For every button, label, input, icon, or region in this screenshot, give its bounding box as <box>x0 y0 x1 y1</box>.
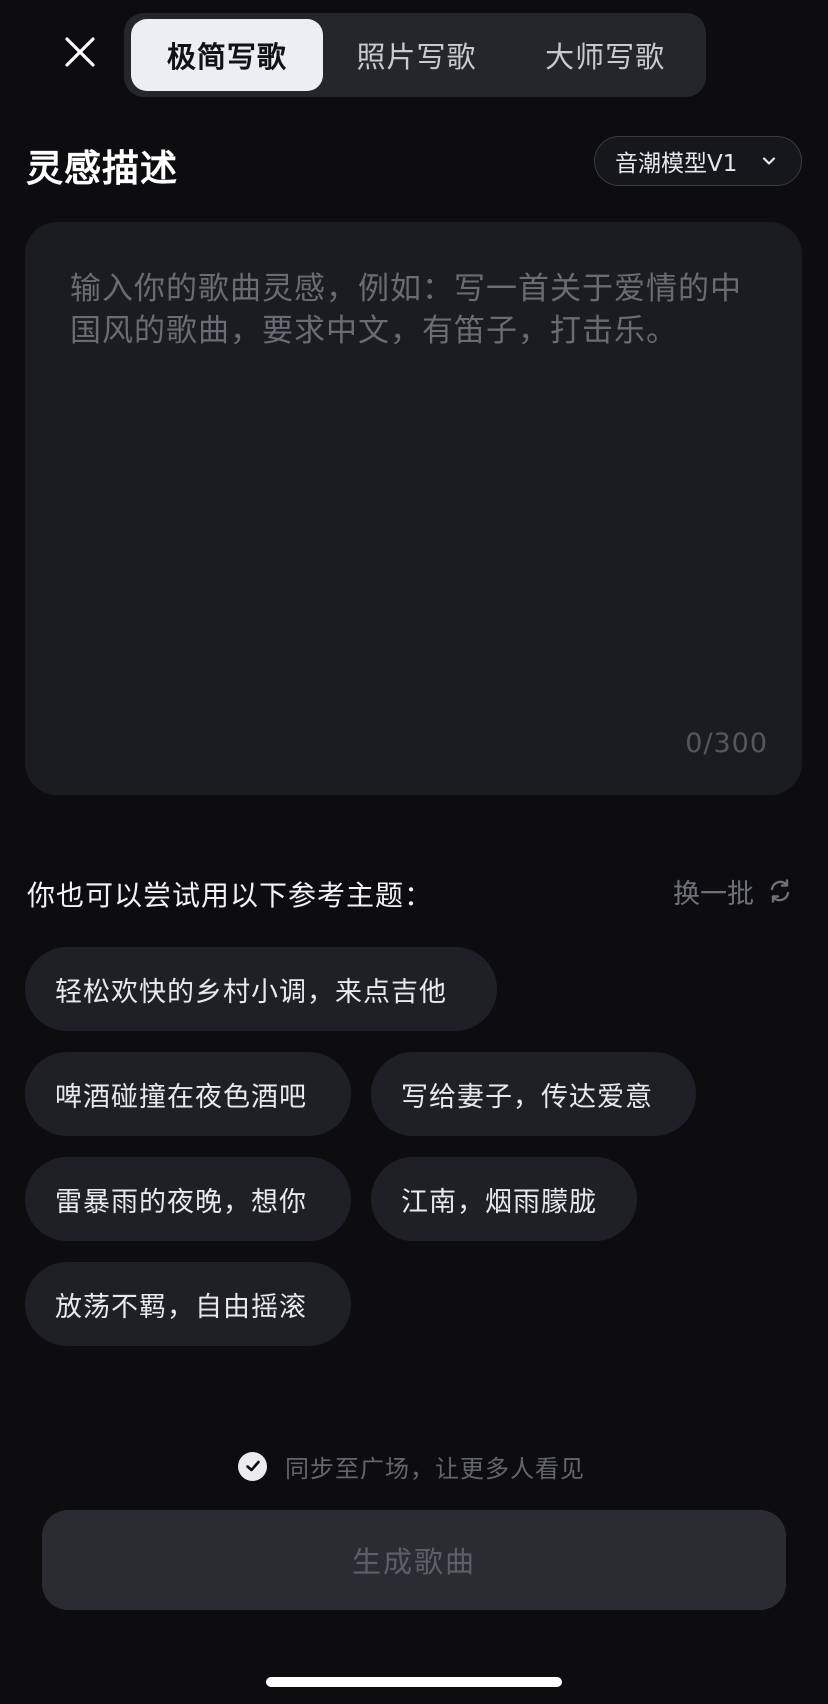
refresh-icon <box>770 879 790 903</box>
tab-master-songwriting[interactable]: 大师写歌 <box>510 19 700 91</box>
sync-to-plaza-checkbox[interactable]: 同步至广场，让更多人看见 <box>238 1450 585 1483</box>
suggestion-chip[interactable]: 啤酒碰撞在夜色酒吧 <box>25 1052 351 1136</box>
song-writer-screen: 极简写歌 照片写歌 大师写歌 灵感描述 音潮模型V1 输入你的歌曲灵感，例如：写… <box>0 0 828 1704</box>
home-indicator[interactable] <box>266 1677 562 1687</box>
section-title: 灵感描述 <box>26 147 178 190</box>
generate-song-button[interactable]: 生成歌曲 <box>42 1510 786 1610</box>
refresh-label: 换一批 <box>673 878 754 910</box>
model-select[interactable]: 音潮模型V1 <box>594 136 802 186</box>
suggestions-header: 你也可以尝试用以下参考主题： <box>27 879 434 912</box>
suggestion-chip[interactable]: 写给妻子，传达爱意 <box>371 1052 696 1136</box>
inspiration-input[interactable]: 输入你的歌曲灵感，例如：写一首关于爱情的中国风的歌曲，要求中文，有笛子，打击乐。… <box>25 222 802 795</box>
suggestion-chip[interactable]: 放荡不羁，自由摇滚 <box>25 1262 351 1346</box>
suggestion-chip[interactable]: 轻松欢快的乡村小调，来点吉他 <box>25 947 497 1031</box>
refresh-suggestions-button[interactable]: 换一批 <box>673 873 794 910</box>
chevron-down-icon <box>762 157 776 165</box>
close-button[interactable] <box>58 30 102 74</box>
suggestion-chip[interactable]: 江南，烟雨朦胧 <box>371 1157 637 1241</box>
checkmark-circle-icon <box>238 1451 267 1481</box>
mode-tabs: 极简写歌 照片写歌 大师写歌 <box>124 13 706 97</box>
tab-minimal-songwriting[interactable]: 极简写歌 <box>131 19 323 91</box>
tab-photo-songwriting[interactable]: 照片写歌 <box>323 19 511 91</box>
inspiration-placeholder: 输入你的歌曲灵感，例如：写一首关于爱情的中国风的歌曲，要求中文，有笛子，打击乐。 <box>70 271 742 349</box>
suggestion-chip[interactable]: 雷暴雨的夜晚，想你 <box>25 1157 351 1241</box>
model-select-value: 音潮模型V1 <box>615 151 738 177</box>
sync-label: 同步至广场，让更多人看见 <box>285 1454 585 1483</box>
character-counter: 0/300 <box>685 728 768 759</box>
close-icon <box>65 37 95 67</box>
